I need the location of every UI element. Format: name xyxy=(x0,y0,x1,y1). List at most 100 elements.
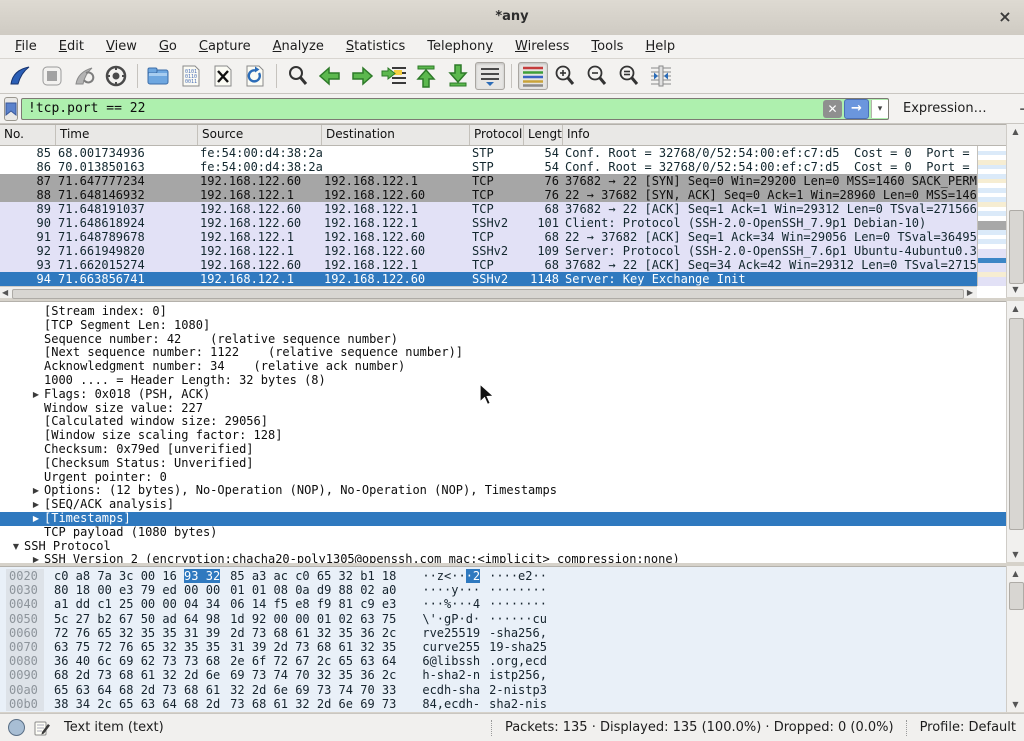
expert-info-icon[interactable] xyxy=(8,719,25,736)
detail-line[interactable]: [TCP Segment Len: 1080] xyxy=(0,319,1006,333)
start-capture-icon[interactable] xyxy=(5,62,35,90)
detail-vertical-scrollbar[interactable]: ▲ ▼ xyxy=(1006,301,1024,562)
packet-row-93[interactable]: 9371.662015274192.168.122.60192.168.122.… xyxy=(0,258,977,272)
hex-row-0080[interactable]: 008036 40 6c 69 62 73 73 682e 6f 72 67 2… xyxy=(0,654,1006,668)
packet-list-vertical-scrollbar[interactable]: ▲ ▼ xyxy=(1006,124,1024,297)
column-header-length[interactable]: Length xyxy=(524,125,563,145)
packet-row-87[interactable]: 8771.647777234192.168.122.60192.168.122.… xyxy=(0,174,977,188)
detail-line[interactable]: [Stream index: 0] xyxy=(0,305,1006,319)
expander-icon[interactable]: ▶ xyxy=(28,388,44,402)
filter-apply-button[interactable]: → xyxy=(844,99,869,119)
close-window-button[interactable]: × xyxy=(994,6,1016,28)
menu-help[interactable]: Help xyxy=(634,37,686,56)
display-filter-input[interactable]: !tcp.port == 22 ✕ → ▾ xyxy=(21,98,889,120)
go-to-bottom-icon[interactable] xyxy=(443,62,473,90)
resize-columns-icon[interactable] xyxy=(646,62,676,90)
filter-bookmark-button[interactable] xyxy=(4,97,18,121)
menu-edit[interactable]: Edit xyxy=(48,37,95,56)
filter-dropdown-button[interactable]: ▾ xyxy=(871,100,888,118)
packet-row-88[interactable]: 8871.648146932192.168.122.1192.168.122.6… xyxy=(0,188,977,202)
hex-row-0060[interactable]: 006072 76 65 32 35 35 31 392d 73 68 61 3… xyxy=(0,626,1006,640)
add-filter-button[interactable]: + xyxy=(1011,100,1024,118)
detail-line[interactable]: Sequence number: 42 (relative sequence n… xyxy=(0,333,1006,347)
scroll-left-icon[interactable]: ◀ xyxy=(2,288,8,297)
auto-scroll-icon[interactable] xyxy=(475,62,505,90)
hex-row-00b0[interactable]: 00b038 34 2c 65 63 64 68 2d73 68 61 32 2… xyxy=(0,697,1006,711)
profile-selector[interactable]: Profile: Default xyxy=(920,720,1016,735)
save-file-icon[interactable]: 010101100011 xyxy=(176,62,206,90)
packet-row-94[interactable]: 9471.663856741192.168.122.1192.168.122.6… xyxy=(0,272,977,286)
menu-go[interactable]: Go xyxy=(148,37,188,56)
go-to-top-icon[interactable] xyxy=(411,62,441,90)
menu-capture[interactable]: Capture xyxy=(188,37,262,56)
packet-row-90[interactable]: 9071.648618924192.168.122.60192.168.122.… xyxy=(0,216,977,230)
detail-line[interactable]: ▼SSH Protocol xyxy=(0,540,1006,554)
detail-line[interactable]: ▶Flags: 0x018 (PSH, ACK) xyxy=(0,388,1006,402)
packet-list-horizontal-scrollbar[interactable]: ◀ ▶ xyxy=(0,286,977,298)
detail-line[interactable]: Checksum: 0x79ed [unverified] xyxy=(0,443,1006,457)
scroll-up-icon[interactable]: ▲ xyxy=(1007,302,1024,315)
go-to-packet-icon[interactable] xyxy=(379,62,409,90)
reload-file-icon[interactable] xyxy=(240,62,270,90)
menu-view[interactable]: View xyxy=(95,37,148,56)
detail-line[interactable]: [Calculated window size: 29056] xyxy=(0,415,1006,429)
detail-line[interactable]: Window size value: 227 xyxy=(0,402,1006,416)
column-header-no[interactable]: No. xyxy=(0,125,56,145)
zoom-out-icon[interactable] xyxy=(582,62,612,90)
detail-line[interactable]: ▶Options: (12 bytes), No-Operation (NOP)… xyxy=(0,484,1006,498)
menu-telephony[interactable]: Telephony xyxy=(416,37,504,56)
zoom-in-icon[interactable] xyxy=(550,62,580,90)
detail-line[interactable]: [Checksum Status: Unverified] xyxy=(0,457,1006,471)
detail-line[interactable]: [Next sequence number: 1122 (relative se… xyxy=(0,346,1006,360)
packet-row-92[interactable]: 9271.661949820192.168.122.1192.168.122.6… xyxy=(0,244,977,258)
expander-icon[interactable]: ▼ xyxy=(8,540,24,554)
hex-row-0070[interactable]: 007063 75 72 76 65 32 35 3531 39 2d 73 6… xyxy=(0,640,1006,654)
hex-row-0040[interactable]: 0040a1 dd c1 25 00 00 04 3406 14 f5 e8 f… xyxy=(0,597,1006,611)
expander-icon[interactable]: ▶ xyxy=(28,553,44,563)
detail-line[interactable]: TCP payload (1080 bytes) xyxy=(0,526,1006,540)
bytes-vertical-scrollbar[interactable]: ▲ ▼ xyxy=(1006,566,1024,712)
find-packet-icon[interactable] xyxy=(283,62,313,90)
column-header-time[interactable]: Time xyxy=(56,125,198,145)
hex-row-00a0[interactable]: 00a065 63 64 68 2d 73 68 6132 2d 6e 69 7… xyxy=(0,683,1006,697)
scroll-up-icon[interactable]: ▲ xyxy=(1007,125,1024,138)
detail-line[interactable]: Urgent pointer: 0 xyxy=(0,471,1006,485)
menu-tools[interactable]: Tools xyxy=(580,37,634,56)
detail-line[interactable]: [Window size scaling factor: 128] xyxy=(0,429,1006,443)
hex-row-0090[interactable]: 009068 2d 73 68 61 32 2d 6e69 73 74 70 3… xyxy=(0,668,1006,682)
scroll-right-icon[interactable]: ▶ xyxy=(967,288,973,297)
stop-capture-icon[interactable] xyxy=(37,62,67,90)
hex-row-0030[interactable]: 003080 18 00 e3 79 ed 00 0001 01 08 0a d… xyxy=(0,583,1006,597)
scroll-up-icon[interactable]: ▲ xyxy=(1007,567,1024,580)
detail-line[interactable]: ▶[Timestamps] xyxy=(0,512,1006,526)
packet-row-89[interactable]: 8971.648191037192.168.122.60192.168.122.… xyxy=(0,202,977,216)
colorize-icon[interactable] xyxy=(518,62,548,90)
intelligent-scrollbar-minimap[interactable] xyxy=(977,146,1007,286)
packet-row-86[interactable]: 8670.013850163fe:54:00:d4:38:2aSTP54Conf… xyxy=(0,160,977,174)
zoom-reset-icon[interactable] xyxy=(614,62,644,90)
hex-row-0050[interactable]: 00505c 27 b2 67 50 ad 64 981d 92 00 00 0… xyxy=(0,612,1006,626)
open-file-icon[interactable] xyxy=(144,62,174,90)
go-back-icon[interactable] xyxy=(315,62,345,90)
menu-wireless[interactable]: Wireless xyxy=(504,37,580,56)
hex-row-0020[interactable]: 0020c0 a8 7a 3c 00 16 93 3285 a3 ac c0 6… xyxy=(0,569,1006,583)
menu-analyze[interactable]: Analyze xyxy=(262,37,335,56)
bytes-scroll-thumb[interactable] xyxy=(1009,582,1024,610)
restart-capture-icon[interactable] xyxy=(69,62,99,90)
capture-options-icon[interactable] xyxy=(101,62,131,90)
detail-line[interactable]: ▶SSH Version 2 (encryption:chacha20-poly… xyxy=(0,553,1006,563)
column-header-info[interactable]: Info xyxy=(563,125,1006,145)
scroll-down-icon[interactable]: ▼ xyxy=(1007,283,1024,296)
packet-row-91[interactable]: 9171.648789678192.168.122.1192.168.122.6… xyxy=(0,230,977,244)
detail-line[interactable]: 1000 .... = Header Length: 32 bytes (8) xyxy=(0,374,1006,388)
detail-line[interactable]: ▶[SEQ/ACK analysis] xyxy=(0,498,1006,512)
detail-scroll-thumb[interactable] xyxy=(1009,318,1024,530)
menu-file[interactable]: File xyxy=(4,37,48,56)
go-forward-icon[interactable] xyxy=(347,62,377,90)
expander-icon[interactable]: ▶ xyxy=(28,512,44,526)
horizontal-scroll-thumb[interactable] xyxy=(12,289,964,299)
capture-comment-icon[interactable] xyxy=(34,720,50,736)
filter-text[interactable]: !tcp.port == 22 xyxy=(28,101,823,116)
menu-statistics[interactable]: Statistics xyxy=(335,37,416,56)
detail-line[interactable]: Acknowledgment number: 34 (relative ack … xyxy=(0,360,1006,374)
